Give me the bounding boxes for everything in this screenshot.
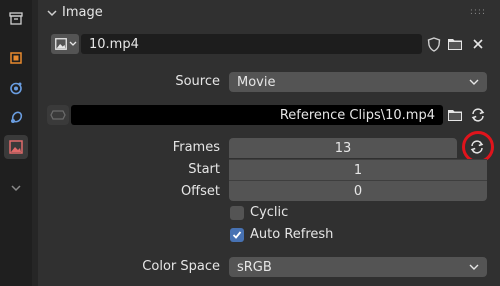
start-field[interactable]: 1 xyxy=(229,159,487,180)
folder-icon xyxy=(448,39,462,50)
auto-refresh-label: Auto Refresh xyxy=(250,227,334,242)
browse-file-button[interactable] xyxy=(445,105,465,125)
panel-header[interactable]: Image xyxy=(46,5,103,20)
image-icon xyxy=(9,140,23,154)
chevron-down-icon xyxy=(69,41,76,46)
source-dropdown[interactable]: Movie xyxy=(229,72,487,92)
drag-handle-icon[interactable]: :::: xyxy=(470,7,486,17)
frames-label: Frames xyxy=(172,140,220,155)
auto-refresh-checkbox[interactable] xyxy=(230,227,244,242)
datablock-name-field[interactable]: 10.mp4 xyxy=(81,34,422,54)
chevron-down-icon xyxy=(469,264,479,270)
panel-title: Image xyxy=(62,5,103,20)
source-value: Movie xyxy=(237,74,276,90)
close-icon xyxy=(473,39,483,49)
auto-refresh-checkbox-row[interactable]: Auto Refresh xyxy=(230,227,333,242)
image-icon xyxy=(54,38,67,50)
datablock-name: 10.mp4 xyxy=(89,36,139,52)
chevron-down-icon xyxy=(469,79,479,85)
filepath-field[interactable]: Reference Clips\10.mp4 xyxy=(71,105,443,125)
physics-icon xyxy=(10,82,22,95)
color-space-label: Color Space xyxy=(142,259,220,274)
image-browse-button[interactable] xyxy=(51,34,79,54)
refresh-icon xyxy=(471,108,485,122)
cyclic-checkbox-row[interactable]: Cyclic xyxy=(230,205,288,220)
tab-tool[interactable] xyxy=(4,6,28,30)
open-image-button[interactable] xyxy=(445,34,465,54)
start-value: 1 xyxy=(353,162,363,178)
tab-constraints[interactable] xyxy=(4,106,28,130)
start-label: Start xyxy=(188,162,220,177)
offset-label: Offset xyxy=(180,184,220,199)
cyclic-label: Cyclic xyxy=(250,205,289,220)
tab-physics[interactable] xyxy=(4,76,28,100)
chevron-down-icon[interactable] xyxy=(10,181,22,196)
object-icon xyxy=(10,52,22,64)
filepath-value: Reference Clips\10.mp4 xyxy=(279,107,435,123)
source-label: Source xyxy=(175,74,220,89)
constraint-icon xyxy=(11,111,23,123)
unlink-button[interactable] xyxy=(468,34,488,54)
offset-value: 0 xyxy=(353,183,363,199)
pack-button[interactable] xyxy=(47,105,69,125)
properties-tab-bar xyxy=(0,0,32,286)
package-icon xyxy=(50,110,66,120)
panel-collapse-chevron-icon xyxy=(47,9,57,16)
toolbox-icon xyxy=(9,12,23,25)
reload-file-button[interactable] xyxy=(468,105,488,125)
cyclic-checkbox[interactable] xyxy=(230,205,244,220)
folder-icon xyxy=(448,110,462,121)
offset-field[interactable]: 0 xyxy=(229,180,487,201)
fake-user-button[interactable] xyxy=(424,34,444,54)
tab-object[interactable] xyxy=(4,46,28,70)
image-panel: Image :::: 10.mp4 Source Movie Reference… xyxy=(38,0,500,286)
checkmark-icon xyxy=(232,230,242,239)
frames-value: 13 xyxy=(334,140,352,156)
shield-icon xyxy=(427,36,441,52)
tab-image-data[interactable] xyxy=(4,135,28,159)
color-space-value: sRGB xyxy=(237,259,272,275)
color-space-dropdown[interactable]: sRGB xyxy=(229,257,487,277)
frames-field[interactable]: 13 xyxy=(229,138,457,158)
